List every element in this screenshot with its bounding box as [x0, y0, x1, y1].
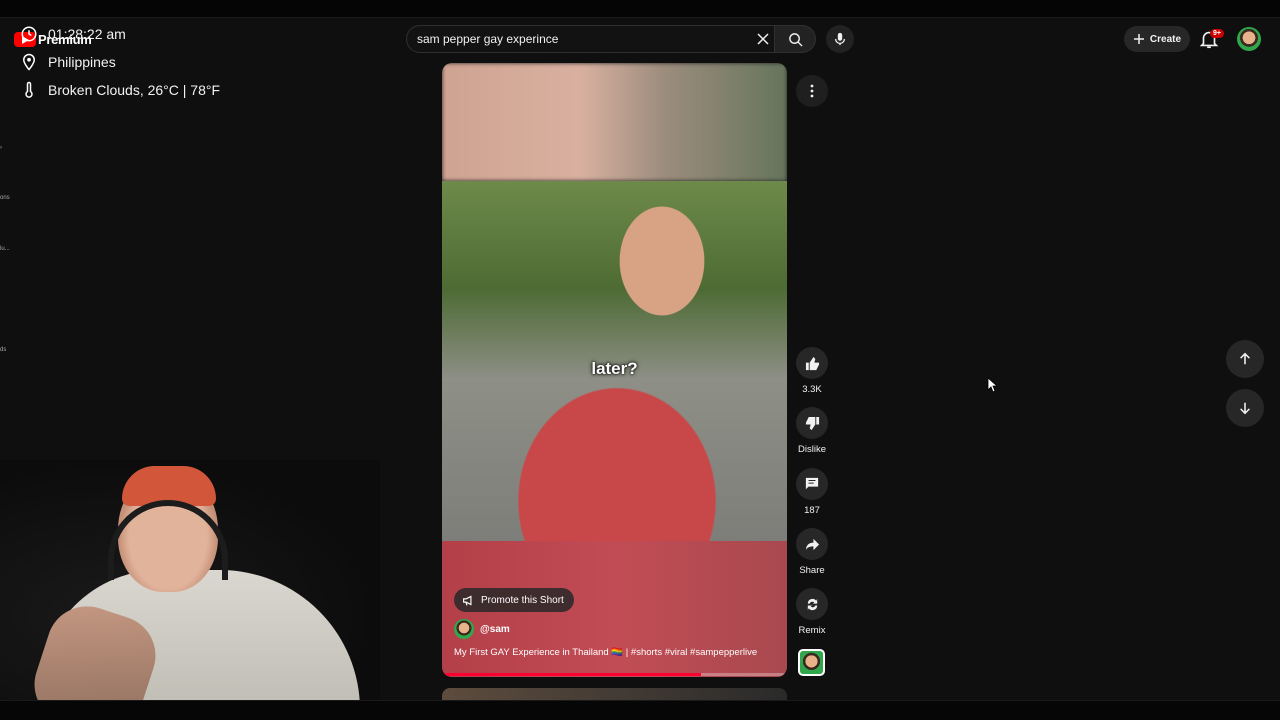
channel-link[interactable]: @sam [454, 619, 510, 639]
short-title[interactable]: My First GAY Experience in Thailand 🏳️‍🌈… [454, 647, 757, 658]
promote-short-button[interactable]: Promote this Short [454, 588, 574, 612]
account-avatar[interactable] [1237, 27, 1261, 51]
thumb-up-icon [805, 356, 819, 370]
time-text: 01:28:22 am [48, 26, 126, 42]
title-bar [0, 0, 1280, 18]
search-icon [788, 32, 803, 47]
megaphone-icon [463, 595, 472, 606]
dislike-button[interactable] [796, 407, 828, 439]
search-input[interactable] [417, 32, 749, 46]
video-progress-fill [442, 673, 701, 676]
share-action: Share [793, 528, 831, 576]
clock-icon [21, 26, 37, 42]
thumb-down-icon [805, 416, 819, 430]
comment-icon [805, 477, 819, 490]
sidebar-stub[interactable]: › [0, 145, 2, 151]
notification-badge: 9+ [1210, 29, 1224, 38]
webcam-overlay [0, 460, 380, 720]
channel-name[interactable]: @sam [480, 624, 510, 635]
taskbar-strip [0, 700, 1280, 720]
search-button[interactable] [774, 25, 816, 53]
arrow-up-icon [1240, 352, 1250, 365]
stream-info-overlay: 01:28:22 am Philippines Broken Clouds, 2… [20, 20, 220, 104]
sidebar-stub[interactable]: ds [0, 347, 6, 353]
location-row: Philippines [20, 48, 220, 76]
time-row: 01:28:22 am [20, 20, 220, 48]
thermometer-icon [25, 81, 33, 98]
like-button[interactable] [796, 347, 828, 379]
mic-icon [834, 32, 846, 46]
mouse-cursor-icon [987, 377, 997, 393]
create-button[interactable]: Create [1124, 26, 1190, 52]
comment-count: 187 [804, 505, 820, 516]
more-vert-icon [810, 84, 814, 98]
short-video-player[interactable]: later? Promote this Short @sam My First … [442, 63, 787, 677]
arrow-down-icon [1240, 402, 1250, 415]
channel-avatar[interactable] [454, 619, 474, 639]
remix-action: Remix [793, 588, 831, 636]
sidebar-stub[interactable]: ons [0, 195, 10, 201]
promote-label: Promote this Short [481, 594, 564, 606]
close-icon [757, 33, 769, 45]
next-short-button[interactable] [1226, 389, 1264, 427]
previous-short-button[interactable] [1226, 340, 1264, 378]
like-count: 3.3K [802, 384, 822, 395]
dislike-action: Dislike [793, 407, 831, 455]
location-pin-icon [22, 53, 36, 71]
sidebar-stub[interactable]: lu... [0, 246, 10, 252]
weather-text: Broken Clouds, 26°C | 78°F [48, 82, 221, 98]
share-button[interactable] [796, 528, 828, 560]
share-icon [805, 538, 819, 550]
remix-icon [807, 598, 817, 610]
remix-button[interactable] [796, 588, 828, 620]
create-label: Create [1149, 33, 1182, 45]
comment-action: 187 [793, 468, 831, 516]
video-caption: later? [591, 359, 638, 378]
like-action: 3.3K [793, 347, 831, 395]
clear-search-button[interactable] [749, 25, 777, 53]
search-box [406, 25, 778, 53]
voice-search-button[interactable] [826, 25, 854, 53]
video-frame-top [442, 63, 787, 181]
dislike-label: Dislike [798, 444, 826, 455]
sound-source-thumbnail[interactable] [798, 649, 825, 676]
location-text: Philippines [48, 54, 116, 70]
share-label: Share [799, 565, 825, 576]
more-options-button[interactable] [796, 75, 828, 107]
weather-row: Broken Clouds, 26°C | 78°F [20, 76, 220, 104]
comments-button[interactable] [796, 468, 828, 500]
remix-label: Remix [798, 625, 826, 636]
video-progress-bar[interactable] [442, 673, 787, 676]
plus-icon [1133, 34, 1144, 44]
